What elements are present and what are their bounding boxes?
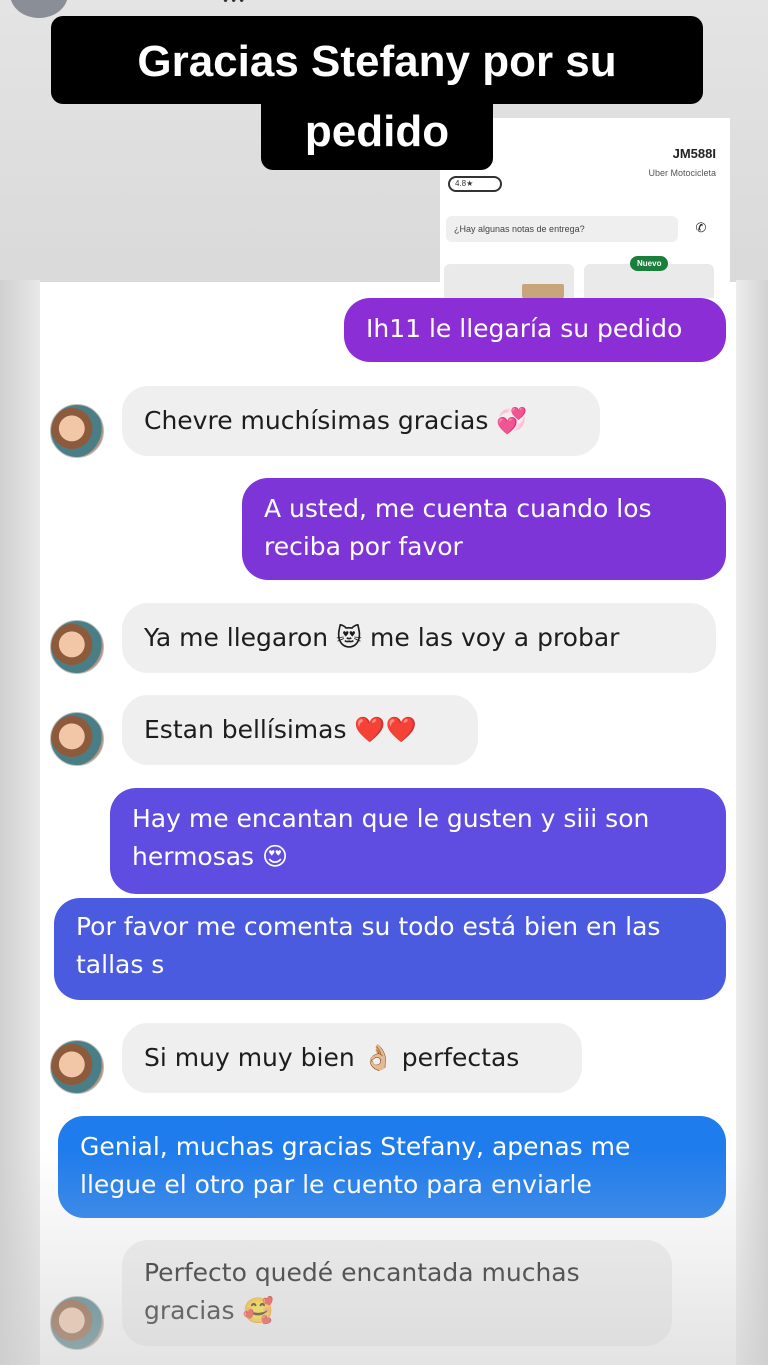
message-bubble-incoming: Chevre muchísimas gracias 💞: [122, 386, 600, 456]
message-text: Si muy muy bien 👌🏼 perfectas: [144, 1043, 520, 1072]
contact-avatar[interactable]: [50, 1040, 104, 1094]
message-text: Estan bellísimas ❤️❤️: [144, 715, 417, 744]
phone-icon[interactable]: ✆: [688, 216, 714, 242]
message-bubble-incoming: Ya me llegaron 😻 me las voy a probar: [122, 603, 716, 673]
message-text: A usted, me cuenta cuando los reciba por…: [264, 494, 652, 561]
message-text: Ya me llegaron 😻 me las voy a probar: [144, 623, 620, 652]
parcel-icon: [522, 284, 564, 298]
delivery-notes-field[interactable]: ¿Hay algunas notas de entrega?: [446, 216, 678, 242]
message-text: Chevre muchísimas gracias 💞: [144, 406, 528, 435]
package-thumbnail: [444, 264, 574, 298]
uber-vehicle-type: Uber Motocicleta: [648, 168, 716, 178]
message-text: Genial, muchas gracias Stefany, apenas m…: [80, 1132, 631, 1199]
right-edge-shadow: [736, 280, 768, 1365]
message-bubble-outgoing: Genial, muchas gracias Stefany, apenas m…: [58, 1116, 726, 1218]
message-text: Hay me encantan que le gusten y siii son…: [132, 804, 650, 871]
contact-avatar[interactable]: [50, 1296, 104, 1350]
message-bubble-incoming: Perfecto quedé encantada muchas gracias …: [122, 1240, 672, 1346]
driver-rating: 4.8★: [448, 176, 502, 192]
new-badge: Nuevo: [630, 256, 669, 271]
left-edge-shadow: [0, 280, 40, 1365]
message-text: Por favor me comenta su todo está bien e…: [76, 912, 661, 979]
contact-avatar[interactable]: [50, 712, 104, 766]
message-bubble-outgoing: Por favor me comenta su todo está bien e…: [54, 898, 726, 1000]
contact-avatar[interactable]: [50, 620, 104, 674]
message-bubble-outgoing: Ih11 le llegaría su pedido: [344, 298, 726, 362]
uber-plate-number: JM588I: [672, 146, 716, 161]
contact-avatar[interactable]: [50, 404, 104, 458]
message-bubble-outgoing: A usted, me cuenta cuando los reciba por…: [242, 478, 726, 580]
message-bubble-outgoing: Hay me encantan que le gusten y siii son…: [110, 788, 726, 894]
message-text: Perfecto quedé encantada muchas gracias …: [144, 1258, 580, 1325]
story-title-line-2: pedido: [261, 100, 493, 170]
message-text: Ih11 le llegaría su pedido: [366, 314, 683, 343]
message-bubble-incoming: Si muy muy bien 👌🏼 perfectas: [122, 1023, 582, 1093]
story-title-line-1: Gracias Stefany por su: [51, 16, 703, 104]
message-bubble-incoming: Estan bellísimas ❤️❤️: [122, 695, 478, 765]
more-options-icon[interactable]: •••: [222, 0, 246, 8]
